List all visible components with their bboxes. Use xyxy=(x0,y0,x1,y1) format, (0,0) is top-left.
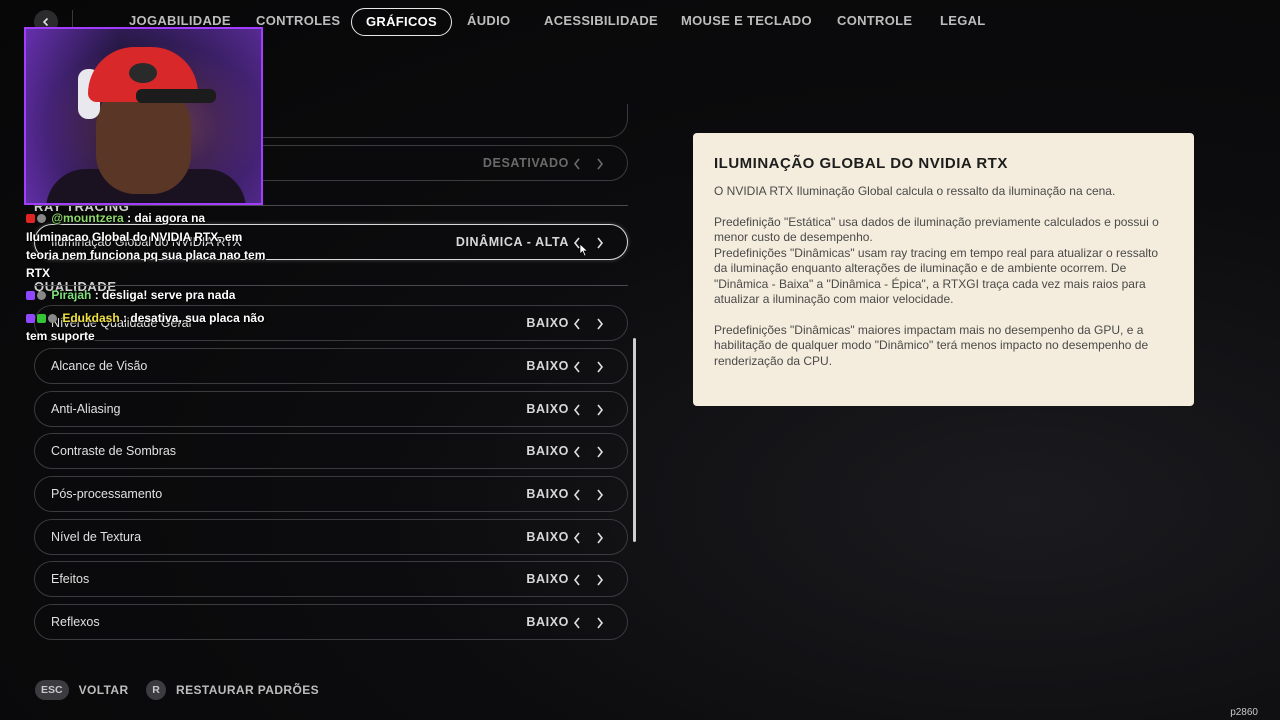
setting-label: Alcance de Visão xyxy=(51,359,148,373)
scrollbar[interactable] xyxy=(633,338,636,542)
restore-label: RESTAURAR PADRÕES xyxy=(176,683,320,697)
chevron-right-icon[interactable] xyxy=(595,317,605,331)
twitch-badge-icon xyxy=(26,314,35,324)
cap-logo xyxy=(129,63,157,83)
chevron-left-icon[interactable] xyxy=(572,403,582,417)
chat-message: Pirajah : desliga! serve pra nada xyxy=(26,288,235,302)
chat-text: : desliga! serve pra nada xyxy=(94,288,236,302)
info-paragraph: O NVIDIA RTX Iluminação Global calcula o… xyxy=(714,184,1116,198)
chat-message-line: Iluminacao Global do NVIDIA RTX, em xyxy=(26,230,243,244)
chevron-right-icon[interactable] xyxy=(595,573,605,587)
verified-badge-icon xyxy=(37,214,46,224)
section-divider xyxy=(34,205,628,206)
back-label: VOLTAR xyxy=(78,683,129,697)
chat-message: Edukdash : desativa, sua placa não xyxy=(26,311,264,325)
tab-controles[interactable]: CONTROLES xyxy=(256,8,340,34)
info-paragraph: Predefinição "Estática" usa dados de ilu… xyxy=(714,214,1159,245)
info-paragraph: Predefinições "Dinâmicas" usam ray traci… xyxy=(714,245,1159,307)
back-footer-button[interactable]: ESC VOLTAR xyxy=(35,680,129,700)
setting-value: BAIXO xyxy=(526,444,569,458)
setting-value: BAIXO xyxy=(526,615,569,629)
chat-message-line: tem suporte xyxy=(26,329,95,343)
settings-row-pos-processamento[interactable]: Pós-processamento BAIXO xyxy=(34,476,628,512)
setting-label: Contraste de Sombras xyxy=(51,444,177,458)
twitch-badge-icon xyxy=(26,291,35,301)
settings-row-nivel-de-textura[interactable]: Nível de Textura BAIXO xyxy=(34,519,628,555)
chevron-left-icon[interactable] xyxy=(572,157,582,171)
youtube-badge-icon xyxy=(26,214,35,224)
tab-controle[interactable]: CONTROLE xyxy=(837,8,912,34)
info-panel: ILUMINAÇÃO GLOBAL DO NVIDIA RTX O NVIDIA… xyxy=(693,133,1194,406)
chevron-right-icon[interactable] xyxy=(595,157,605,171)
info-paragraph: Predefinições "Dinâmicas" maiores impact… xyxy=(714,322,1149,368)
chat-username: @mountzera xyxy=(51,211,124,225)
settings-row-alcance-de-visao[interactable]: Alcance de Visão BAIXO xyxy=(34,348,628,384)
user-badge-icon xyxy=(48,314,57,324)
user-badge-icon xyxy=(37,291,46,301)
chat-message: @mountzera : dai agora na xyxy=(26,211,205,225)
setting-value: BAIXO xyxy=(526,487,569,501)
subscriber-badge-icon xyxy=(37,314,46,324)
tab-legal[interactable]: LEGAL xyxy=(940,8,986,34)
setting-label: Efeitos xyxy=(51,572,90,586)
setting-value: DESATIVADO xyxy=(482,156,569,170)
build-number: p2860 xyxy=(1230,707,1258,718)
chat-message-line: RTX xyxy=(26,266,50,280)
chevron-right-icon[interactable] xyxy=(595,531,605,545)
chevron-left-icon[interactable] xyxy=(572,445,582,459)
settings-row-reflexos[interactable]: Reflexos BAIXO xyxy=(34,604,628,640)
settings-row-anti-aliasing[interactable]: Anti-Aliasing BAIXO xyxy=(34,391,628,427)
setting-value: BAIXO xyxy=(526,359,569,373)
setting-label: Pós-processamento xyxy=(51,487,163,501)
chat-username: Pirajah xyxy=(51,288,92,302)
setting-value: BAIXO xyxy=(526,402,569,416)
setting-label: Reflexos xyxy=(51,615,100,629)
chat-message-line: teoria nem funciona pq sua placa nao tem xyxy=(26,248,266,262)
r-key-icon: R xyxy=(146,680,166,700)
chat-text: : desativa, sua placa não xyxy=(123,311,265,325)
settings-row-efeitos[interactable]: Efeitos BAIXO xyxy=(34,561,628,597)
chevron-left-icon[interactable] xyxy=(572,488,582,502)
chevron-left-icon[interactable] xyxy=(572,616,582,630)
chevron-right-icon[interactable] xyxy=(595,236,605,250)
tab-audio[interactable]: ÁUDIO xyxy=(467,8,510,34)
setting-value: BAIXO xyxy=(526,572,569,586)
tab-acessibilidade[interactable]: ACESSIBILIDADE xyxy=(544,8,658,34)
webcam-overlay xyxy=(24,27,263,205)
chat-username: Edukdash xyxy=(62,311,120,325)
chat-text: : dai agora na xyxy=(127,211,206,225)
restore-defaults-button[interactable]: R RESTAURAR PADRÕES xyxy=(146,680,319,700)
chevron-left-icon[interactable] xyxy=(572,573,582,587)
chevron-right-icon[interactable] xyxy=(595,488,605,502)
chevron-right-icon[interactable] xyxy=(595,360,605,374)
chevron-left-icon[interactable] xyxy=(572,360,582,374)
setting-value: BAIXO xyxy=(526,530,569,544)
cap-brim xyxy=(136,89,216,103)
esc-key-icon: ESC xyxy=(35,680,69,700)
chevron-left-icon xyxy=(42,17,49,27)
chevron-right-icon[interactable] xyxy=(595,403,605,417)
setting-label: Anti-Aliasing xyxy=(51,402,121,416)
mouse-cursor-icon xyxy=(579,243,589,257)
chevron-right-icon[interactable] xyxy=(595,445,605,459)
tab-graficos[interactable]: GRÁFICOS xyxy=(351,8,453,36)
section-divider xyxy=(34,285,628,286)
info-title: ILUMINAÇÃO GLOBAL DO NVIDIA RTX xyxy=(714,155,1008,172)
setting-label: Nível de Textura xyxy=(51,530,142,544)
tab-mouse-e-teclado[interactable]: MOUSE E TECLADO xyxy=(681,8,812,34)
setting-value: DINÂMICA - ALTA xyxy=(455,235,569,249)
settings-row-contraste-de-sombras[interactable]: Contraste de Sombras BAIXO xyxy=(34,433,628,469)
chevron-right-icon[interactable] xyxy=(595,616,605,630)
chevron-left-icon[interactable] xyxy=(572,317,582,331)
setting-value: BAIXO xyxy=(526,316,569,330)
chevron-left-icon[interactable] xyxy=(572,531,582,545)
